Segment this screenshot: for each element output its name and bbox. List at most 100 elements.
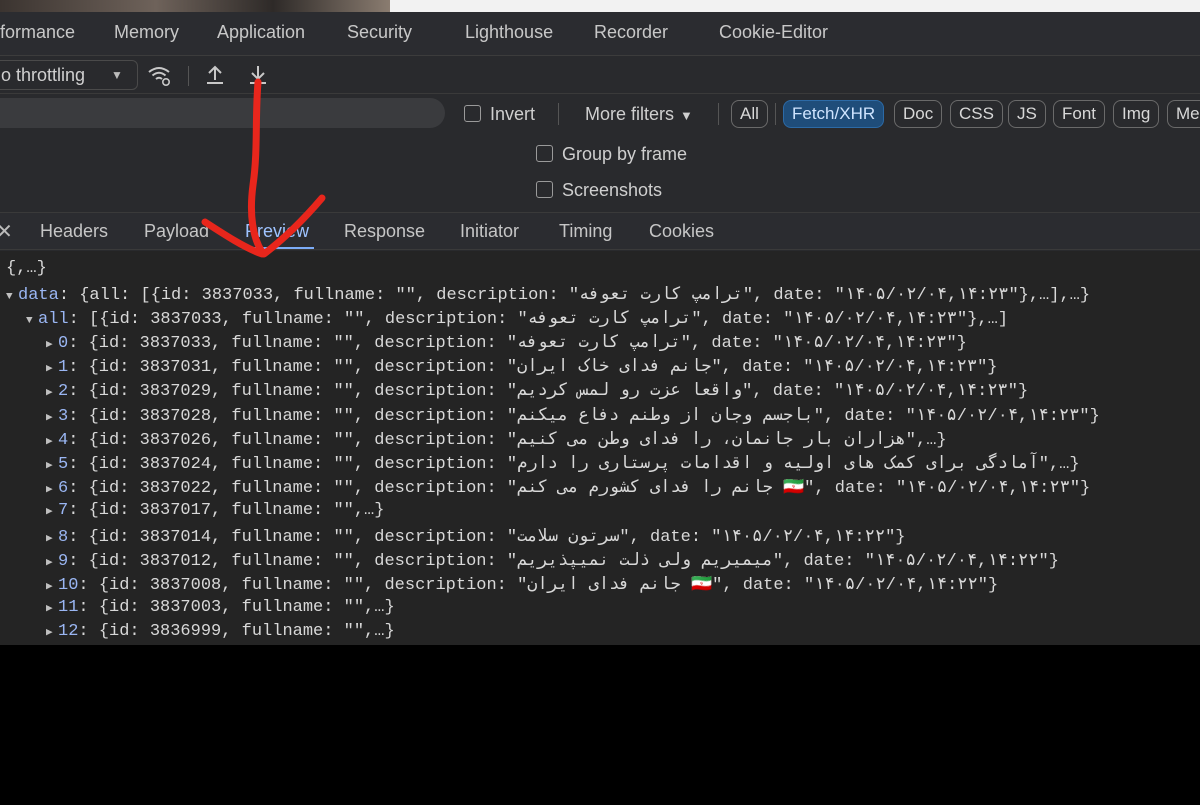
tab-application[interactable]: Application <box>217 22 305 43</box>
panel-tab-bar: rformance Memory Application Security Li… <box>0 12 1200 56</box>
tree-item-summary: {id: 3837017, fullname: "",…} <box>88 501 385 521</box>
tree-key: data <box>18 286 59 305</box>
tab-payload[interactable]: Payload <box>144 221 209 242</box>
collapsed-triangle-icon: ▶ <box>46 581 53 593</box>
tab-preview[interactable]: Preview <box>245 221 309 242</box>
chip-all[interactable]: All <box>731 100 768 128</box>
filter-input[interactable] <box>0 98 445 128</box>
tab-cookies[interactable]: Cookies <box>649 221 714 242</box>
tree-index: 2 <box>58 382 69 402</box>
tree-index: 7 <box>58 501 69 521</box>
preview-pane: {,…} ▼ data: {all: [{id: 3837033, fullnam… <box>0 251 1200 645</box>
more-filters-label: More filters <box>585 104 675 124</box>
chip-media[interactable]: Me <box>1167 100 1200 128</box>
tree-item-summary: {id: 3837031, fullname: "", description:… <box>88 358 998 378</box>
tab-security[interactable]: Security <box>347 22 412 43</box>
tree-index: 6 <box>58 479 69 499</box>
tab-performance[interactable]: rformance <box>0 22 75 43</box>
collapsed-triangle-icon: ▶ <box>46 532 53 545</box>
tab-timing[interactable]: Timing <box>559 221 612 242</box>
tree-item-row[interactable]: ▶ 12: {id: 3836999, fullname: "",…} <box>46 622 395 641</box>
expanded-triangle-icon: ▼ <box>6 291 13 303</box>
chevron-down-icon: ▼ <box>680 108 693 123</box>
screenshots-label: Screenshots <box>562 180 663 200</box>
background-photo-strip <box>0 0 1200 12</box>
tab-response[interactable]: Response <box>344 221 425 242</box>
chip-fetch-xhr[interactable]: Fetch/XHR <box>783 100 885 128</box>
collapsed-triangle-icon: ▶ <box>46 363 53 376</box>
tree-item-row[interactable]: ▶ 9: {id: 3837012, fullname: "", descript… <box>46 550 1059 571</box>
tree-item-row[interactable]: ▶ 7: {id: 3837017, fullname: "",…} <box>46 501 384 520</box>
tree-node-all[interactable]: ▼ all: [{id: 3837033, fullname: "", descr… <box>26 308 1008 329</box>
tree-item-row[interactable]: ▶ 0: {id: 3837033, fullname: "", descript… <box>46 332 967 353</box>
active-tab-indicator <box>244 247 314 249</box>
tree-item-summary: {id: 3837012, fullname: "", description:… <box>88 551 1059 571</box>
tab-memory[interactable]: Memory <box>114 22 179 43</box>
tree-item-row[interactable]: ▶ 11: {id: 3837003, fullname: "",…} <box>46 598 395 617</box>
download-icon[interactable] <box>245 62 271 88</box>
filter-divider <box>775 103 776 125</box>
devtools-window: rformance Memory Application Security Li… <box>0 12 1200 645</box>
invert-label: Invert <box>490 104 536 124</box>
tab-cookie-editor[interactable]: Cookie-Editor <box>719 22 828 43</box>
tree-index: 4 <box>58 430 69 450</box>
filter-divider <box>558 103 559 125</box>
tab-recorder[interactable]: Recorder <box>594 22 668 43</box>
tree-item-row[interactable]: ▶ 8: {id: 3837014, fullname: "", descript… <box>46 526 905 547</box>
tree-root-summary: {,…} <box>6 259 47 278</box>
collapsed-triangle-icon: ▶ <box>46 603 53 616</box>
tree-item-summary: {id: 3837028, fullname: "", description:… <box>88 406 1100 426</box>
filter-divider <box>718 103 719 125</box>
request-detail-tab-bar: ✕ Headers Payload Preview Response Initi… <box>0 212 1200 250</box>
tree-value: {all: [{id: 3837033, fullname: "", descr… <box>79 286 1091 305</box>
chip-doc[interactable]: Doc <box>894 100 943 128</box>
tree-key: all <box>38 310 69 329</box>
tab-headers[interactable]: Headers <box>40 221 108 242</box>
wifi-settings-icon[interactable] <box>146 62 172 88</box>
tree-value: [{id: 3837033, fullname: "", description… <box>89 310 1009 329</box>
tree-index: 11 <box>58 598 79 618</box>
tree-item-row[interactable]: ▶ 3: {id: 3837028, fullname: "", descript… <box>46 405 1100 426</box>
collapsed-triangle-icon: ▶ <box>46 460 53 472</box>
tree-root[interactable]: {,…} <box>6 259 47 278</box>
expanded-triangle-icon: ▼ <box>26 315 33 327</box>
chip-font[interactable]: Font <box>1053 100 1106 128</box>
tree-item-row[interactable]: ▶ 5: {id: 3837024, fullname: "", descript… <box>46 453 1080 474</box>
tree-index: 10 <box>58 576 79 595</box>
close-icon[interactable]: ✕ <box>0 219 13 244</box>
tab-initiator[interactable]: Initiator <box>460 221 519 242</box>
tree-item-row[interactable]: ▶ 10: {id: 3837008, fullname: "", descrip… <box>46 574 998 595</box>
tree-index: 12 <box>58 622 79 642</box>
upload-icon[interactable] <box>202 62 228 88</box>
tree-item-summary: {id: 3837024, fullname: "", description:… <box>88 455 1080 474</box>
tree-item-row[interactable]: ▶ 4: {id: 3837026, fullname: "", descript… <box>46 429 947 450</box>
tree-item-summary: {id: 3837033, fullname: "", description:… <box>88 334 967 353</box>
tree-index: 3 <box>58 406 69 426</box>
network-toolbar: o throttling ▼ <box>0 56 1200 94</box>
throttling-select[interactable]: o throttling ▼ <box>0 60 138 90</box>
chip-css[interactable]: CSS <box>950 100 1003 128</box>
photo-fragment <box>0 0 390 12</box>
chip-img[interactable]: Img <box>1113 100 1160 128</box>
throttling-value: o throttling <box>1 65 86 85</box>
option-group-by-frame: Group by frame <box>0 136 1200 172</box>
chip-js[interactable]: JS <box>1008 100 1046 128</box>
tree-item-summary: {id: 3837008, fullname: "", description:… <box>98 576 999 595</box>
tree-item-row[interactable]: ▶ 1: {id: 3837031, fullname: "", descript… <box>46 356 998 377</box>
tree-item-row[interactable]: ▶ 6: {id: 3837022, fullname: "", descript… <box>46 477 1090 498</box>
collapsed-triangle-icon: ▶ <box>46 387 53 400</box>
screenshots-checkbox[interactable] <box>536 181 553 198</box>
more-filters-dropdown[interactable]: More filters ▼ <box>585 104 693 125</box>
collapsed-triangle-icon: ▶ <box>46 627 53 640</box>
tree-node-data[interactable]: ▼ data: {all: [{id: 3837033, fullname: ""… <box>6 284 1090 305</box>
invert-checkbox[interactable] <box>464 105 481 122</box>
tree-index: 8 <box>58 527 69 547</box>
tree-item-row[interactable]: ▶ 2: {id: 3837029, fullname: "", descript… <box>46 380 1028 401</box>
tree-index: 5 <box>58 455 69 474</box>
filter-bar: Invert More filters ▼ All Fetch/XHR Doc C… <box>0 95 1200 135</box>
group-by-frame-label: Group by frame <box>562 144 688 164</box>
collapsed-triangle-icon: ▶ <box>46 435 53 448</box>
tree-item-summary: {id: 3837022, fullname: "", description:… <box>88 479 1091 499</box>
tab-lighthouse[interactable]: Lighthouse <box>465 22 553 43</box>
group-by-frame-checkbox[interactable] <box>536 145 553 162</box>
